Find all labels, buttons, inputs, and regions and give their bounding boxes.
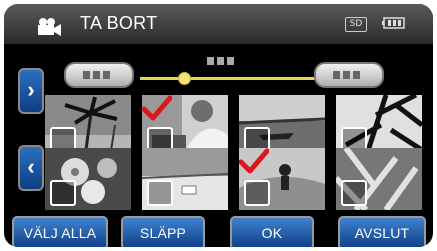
select-checkbox[interactable] — [147, 180, 173, 206]
release-button[interactable]: SLÄPP — [121, 216, 205, 247]
battery-icon — [382, 17, 405, 29]
thumbnail-8[interactable] — [336, 148, 422, 210]
placeholder-dots — [83, 71, 110, 79]
select-checkbox[interactable] — [50, 180, 76, 206]
video-camera-icon — [38, 18, 61, 36]
timeline-track[interactable] — [140, 77, 317, 80]
timeline-position-indicator — [207, 57, 234, 65]
select-checkbox[interactable] — [244, 180, 270, 206]
lcd-screen: TA BORT SD › ‹ VÄLJ ALLA SLÄPP OK AVSLUT — [4, 4, 433, 247]
previous-page-button[interactable]: ‹ — [18, 145, 44, 191]
chevron-right-icon: › — [27, 77, 35, 102]
ok-button[interactable]: OK — [230, 216, 314, 247]
select-all-button[interactable]: VÄLJ ALLA — [12, 216, 108, 247]
timeline-end-pill[interactable] — [314, 62, 384, 88]
thumbnail-7[interactable] — [239, 148, 325, 210]
timeline-slider[interactable] — [4, 44, 433, 88]
placeholder-dots — [333, 71, 360, 79]
thumbnail-6[interactable] — [142, 148, 228, 210]
timeline-knob[interactable] — [178, 72, 191, 85]
chevron-left-icon: ‹ — [27, 154, 35, 179]
sd-card-indicator: SD — [345, 17, 367, 32]
next-page-button[interactable]: › — [18, 68, 44, 114]
timeline-start-pill[interactable] — [64, 62, 134, 88]
screen-title: TA BORT — [80, 13, 158, 33]
header-bar: TA BORT SD — [4, 4, 433, 44]
select-checkbox[interactable] — [341, 180, 367, 206]
thumbnail-5[interactable] — [45, 148, 131, 210]
checkmark-icon — [239, 148, 269, 174]
exit-button[interactable]: AVSLUT — [338, 216, 426, 247]
checkmark-icon — [142, 95, 172, 121]
